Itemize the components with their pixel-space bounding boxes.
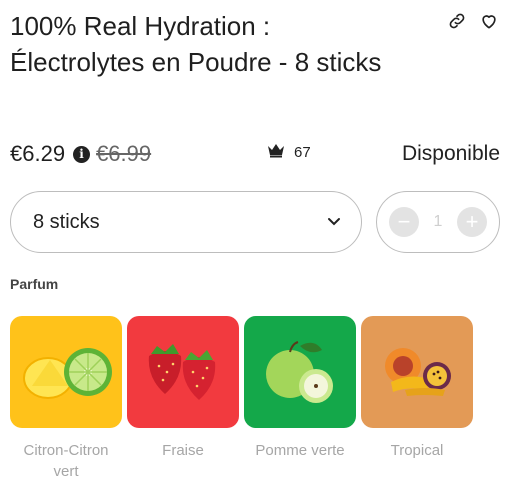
flavor-option-fraise[interactable]: Fraise	[127, 316, 239, 482]
availability-status: Disponible	[401, 142, 500, 165]
link-icon[interactable]	[446, 10, 468, 32]
info-icon[interactable]: i	[73, 145, 91, 163]
product-actions	[446, 10, 500, 32]
flavor-name: Fraise	[162, 442, 204, 459]
price-row: €6.29 i €6.99 67 Disponible	[10, 140, 500, 168]
tropical-fruit-image	[385, 348, 451, 396]
flavor-swatch-tropical	[361, 316, 473, 428]
product-title: 100% Real Hydration : Électrolytes en Po…	[10, 11, 382, 77]
flavor-name: Citron-Citron vert	[23, 442, 109, 480]
variant-selected-value: 8 sticks	[33, 210, 100, 233]
flavor-name: Pomme verte	[255, 442, 345, 459]
quantity-stepper: − 1 +	[376, 191, 500, 253]
flavor-option-pomme-verte[interactable]: Pomme verte	[244, 316, 356, 482]
flavor-name: Tropical	[390, 442, 444, 459]
crown-icon	[266, 142, 286, 162]
green-apple-image	[266, 341, 333, 403]
heart-icon[interactable]	[478, 10, 500, 32]
old-price: €6.99	[96, 141, 152, 166]
variant-select[interactable]: 8 sticks	[10, 191, 362, 253]
increase-quantity-button[interactable]: +	[457, 207, 487, 237]
lemon-lime-image	[23, 348, 112, 399]
rating-count: 67	[294, 143, 311, 161]
flavor-options: Citron-Citron vert Fraise Pomme verte Tr…	[10, 316, 473, 482]
rating[interactable]: 67	[266, 142, 311, 162]
flavor-label: Parfum	[10, 276, 59, 292]
flavor-swatch-fraise	[127, 316, 239, 428]
decrease-quantity-button[interactable]: −	[389, 207, 419, 237]
strawberry-image	[148, 344, 216, 400]
chevron-down-icon	[327, 213, 341, 231]
flavor-swatch-citron	[10, 316, 122, 428]
current-price: €6.29	[10, 141, 66, 166]
flavor-option-citron[interactable]: Citron-Citron vert	[10, 316, 122, 482]
flavor-option-tropical[interactable]: Tropical	[361, 316, 473, 482]
quantity-value[interactable]: 1	[434, 213, 443, 231]
flavor-swatch-pomme-verte	[244, 316, 356, 428]
